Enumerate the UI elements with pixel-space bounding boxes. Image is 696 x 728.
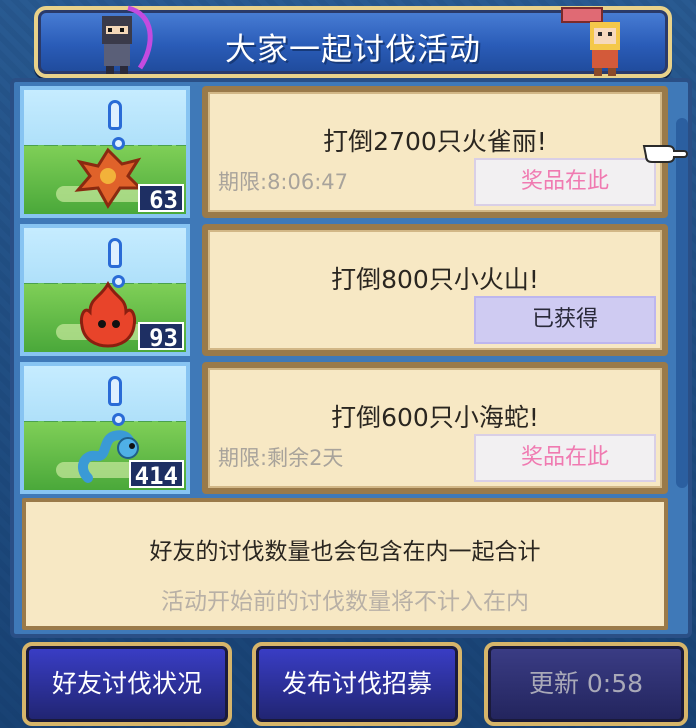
mission-thumbnail: 414 <box>20 362 190 494</box>
info-note: 好友的讨伐数量也会包含在内一起合计 活动开始前的讨伐数量将不计入在内 <box>22 498 668 630</box>
fire-bird-icon <box>74 147 144 209</box>
claimed-button[interactable]: 已获得 <box>474 296 656 344</box>
mission-row[interactable]: 93 打倒800只小火山! 已获得 <box>20 224 670 356</box>
mission-title: 打倒800只小火山! <box>331 265 539 294</box>
mission-card: 打倒2700只火雀丽! 期限:8:06:47 奖品在此 <box>202 86 668 218</box>
mission-deadline: 期限:剩余2天 <box>218 446 344 470</box>
kill-count-badge: 93 <box>138 322 184 352</box>
pointing-hand-icon <box>642 145 688 163</box>
reward-button[interactable]: 奖品在此 <box>474 434 656 482</box>
reward-button[interactable]: 奖品在此 <box>474 158 656 206</box>
warrior-girl-icon <box>561 7 620 76</box>
mission-thumbnail: 93 <box>20 224 190 356</box>
exclamation-icon <box>108 238 125 288</box>
note-line-1: 好友的讨伐数量也会包含在内一起合计 <box>149 539 541 565</box>
mission-card: 打倒800只小火山! 已获得 <box>202 224 668 356</box>
mission-card: 打倒600只小海蛇! 期限:剩余2天 奖品在此 <box>202 362 668 494</box>
fire-spirit-icon <box>80 280 136 348</box>
kill-count-badge: 414 <box>128 460 184 490</box>
ninja-character-icon <box>102 5 153 74</box>
friend-status-button[interactable]: 好友讨伐状况 <box>22 642 232 726</box>
refresh-button[interactable]: 更新 0:58 <box>484 642 688 726</box>
mission-title: 打倒600只小海蛇! <box>331 403 539 432</box>
exclamation-icon <box>108 376 125 426</box>
exclamation-icon <box>108 100 125 150</box>
kill-count-badge: 63 <box>138 184 184 214</box>
mission-row[interactable]: 414 打倒600只小海蛇! 期限:剩余2天 奖品在此 <box>20 362 670 494</box>
publish-recruit-button[interactable]: 发布讨伐招募 <box>252 642 462 726</box>
mission-deadline: 期限:8:06:47 <box>218 170 349 194</box>
note-line-2: 活动开始前的讨伐数量将不计入在内 <box>161 589 529 615</box>
mission-row[interactable]: 63 打倒2700只火雀丽! 期限:8:06:47 奖品在此 <box>20 86 670 218</box>
mission-title: 打倒2700只火雀丽! <box>323 127 547 156</box>
mission-thumbnail: 63 <box>20 86 190 218</box>
mission-list-scrollbar[interactable] <box>676 118 688 488</box>
